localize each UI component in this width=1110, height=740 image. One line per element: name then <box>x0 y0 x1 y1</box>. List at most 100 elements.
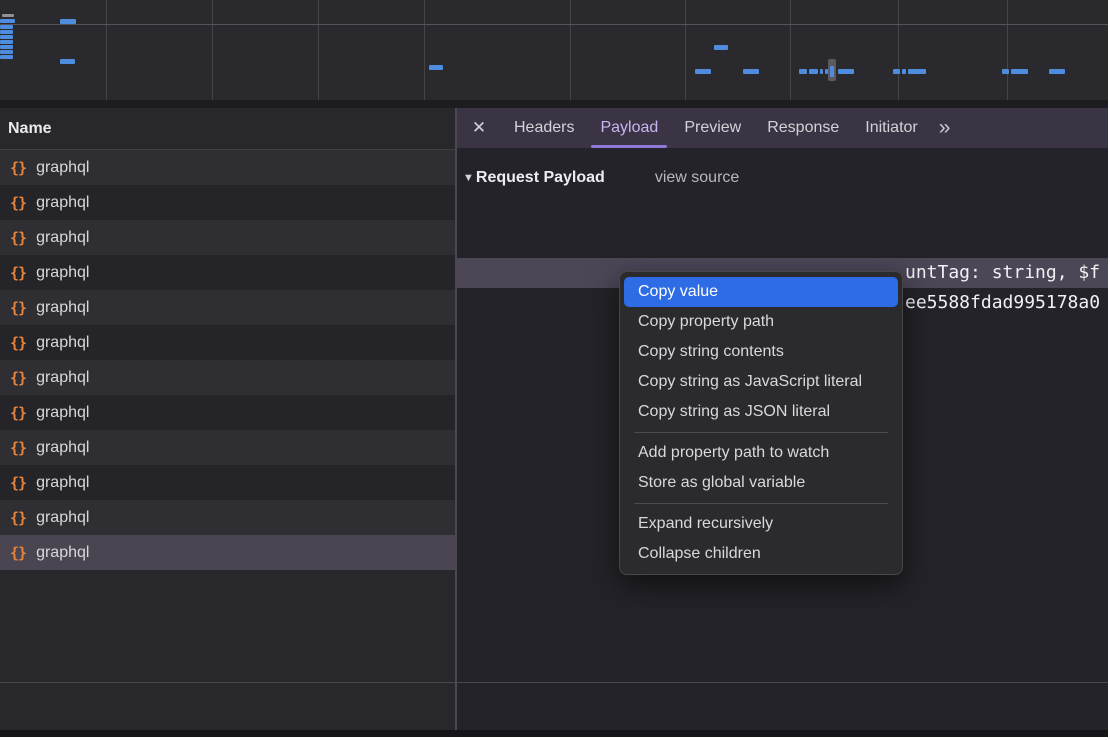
waterfall-bar <box>695 69 711 74</box>
request-payload-title: Request Payload <box>476 169 605 187</box>
network-request-row[interactable]: {} graphql <box>0 465 455 500</box>
view-source-button[interactable]: view source <box>655 169 739 187</box>
json-braces-icon: {} <box>10 159 26 177</box>
json-braces-icon: {} <box>10 404 26 422</box>
waterfall-bar <box>60 59 75 64</box>
waterfall-bar <box>1049 69 1065 74</box>
network-request-row[interactable]: {} graphql <box>0 150 455 185</box>
details-tab[interactable]: Payload <box>587 108 671 148</box>
menu-separator <box>634 503 888 504</box>
waterfall-bar <box>60 19 76 24</box>
payload-root-row[interactable]: ▼{operationName: "ipFlowTimeseries", var… <box>457 198 1108 228</box>
waterfall-bar <box>429 65 443 70</box>
overview-gridline <box>1007 0 1008 100</box>
waterfall-bar <box>0 45 13 49</box>
waterfall-bar <box>0 55 13 59</box>
request-name-label: graphql <box>36 229 89 247</box>
window-bottom-edge <box>0 730 1108 737</box>
network-request-row[interactable]: {} graphql <box>0 220 455 255</box>
waterfall-bar <box>902 69 906 74</box>
network-request-row[interactable]: {} graphql <box>0 185 455 220</box>
context-menu-item[interactable]: Add property path to watch <box>624 438 898 468</box>
close-details-button[interactable]: ✕ <box>457 118 501 138</box>
requests-list: {} graphql {} graphql {} graphql {} grap… <box>0 150 455 570</box>
overview-gridline <box>212 0 213 100</box>
overview-gridline <box>0 24 1108 25</box>
waterfall-bar <box>743 69 759 74</box>
waterfall-bar <box>893 69 900 74</box>
network-request-row[interactable]: {} graphql <box>0 535 455 570</box>
network-request-row[interactable]: {} graphql <box>0 430 455 465</box>
context-menu-item[interactable]: Copy property path <box>624 307 898 337</box>
waterfall-bar <box>0 50 13 54</box>
json-braces-icon: {} <box>10 509 26 527</box>
waterfall-bar <box>0 25 13 29</box>
devtools-window: Name {} graphql {} graphql {} graphql {}… <box>0 0 1110 740</box>
request-name-label: graphql <box>36 404 89 422</box>
request-name-label: graphql <box>36 439 89 457</box>
property-row-operation-name[interactable]: operationName: "ipFlowTimeseries" <box>457 228 1108 258</box>
request-name-label: graphql <box>36 334 89 352</box>
context-menu-item[interactable]: Expand recursively <box>624 509 898 539</box>
context-menu-item[interactable]: Copy string as JSON literal <box>624 397 898 427</box>
summary-bar-divider <box>0 682 1108 683</box>
json-braces-icon: {} <box>10 439 26 457</box>
overview-gridline <box>685 0 686 100</box>
overview-divider <box>0 100 1108 108</box>
requests-list-panel: Name {} graphql {} graphql {} graphql {}… <box>0 108 455 732</box>
more-tabs-button[interactable]: » <box>939 109 951 147</box>
waterfall-bar <box>2 14 14 17</box>
json-braces-icon: {} <box>10 229 26 247</box>
request-name-label: graphql <box>36 474 89 492</box>
waterfall-bar <box>820 69 823 74</box>
overview-gridline <box>790 0 791 100</box>
waterfall-bar <box>0 19 15 23</box>
context-menu-item[interactable]: Copy string contents <box>624 337 898 367</box>
context-menu: Copy valueCopy property pathCopy string … <box>619 271 903 575</box>
waterfall-bar <box>908 69 926 74</box>
json-braces-icon: {} <box>10 194 26 212</box>
variables-value-continuation: ee5588fdad995178a0 <box>905 288 1100 318</box>
json-braces-icon: {} <box>10 334 26 352</box>
request-name-label: graphql <box>36 369 89 387</box>
context-menu-item[interactable]: Store as global variable <box>624 468 898 498</box>
request-payload-header: ▼ Request Payload view source <box>463 164 1108 192</box>
request-name-label: graphql <box>36 264 89 282</box>
network-request-row[interactable]: {} graphql <box>0 325 455 360</box>
name-column-header[interactable]: Name <box>0 108 455 150</box>
waterfall-bar <box>1011 69 1028 74</box>
details-tabbar: ✕ HeadersPayloadPreviewResponseInitiator… <box>457 108 1108 148</box>
context-menu-item[interactable]: Collapse children <box>624 539 898 569</box>
waterfall-bar <box>0 40 13 44</box>
context-menu-item[interactable]: Copy value <box>624 277 898 307</box>
details-tab[interactable]: Response <box>754 108 852 148</box>
devtools-network-panel: Name {} graphql {} graphql {} graphql {}… <box>0 0 1108 737</box>
waterfall-bar <box>830 66 834 77</box>
section-collapse-triangle-icon[interactable]: ▼ <box>463 172 474 184</box>
network-overview[interactable] <box>0 0 1108 100</box>
waterfall-bar <box>714 45 728 50</box>
network-request-row[interactable]: {} graphql <box>0 290 455 325</box>
waterfall-bar <box>0 30 13 34</box>
network-request-row[interactable]: {} graphql <box>0 500 455 535</box>
network-request-row[interactable]: {} graphql <box>0 255 455 290</box>
request-name-label: graphql <box>36 194 89 212</box>
details-tab[interactable]: Headers <box>501 108 587 148</box>
details-tab[interactable]: Initiator <box>852 108 930 148</box>
context-menu-item[interactable]: Copy string as JavaScript literal <box>624 367 898 397</box>
request-name-label: graphql <box>36 159 89 177</box>
request-name-label: graphql <box>36 299 89 317</box>
overview-gridline <box>424 0 425 100</box>
network-request-row[interactable]: {} graphql <box>0 360 455 395</box>
query-value-continuation: untTag: string, $f <box>905 258 1100 288</box>
menu-separator <box>634 432 888 433</box>
waterfall-bar <box>1002 69 1009 74</box>
request-name-label: graphql <box>36 544 89 562</box>
overview-gridline <box>898 0 899 100</box>
network-request-row[interactable]: {} graphql <box>0 395 455 430</box>
json-braces-icon: {} <box>10 474 26 492</box>
overview-gridline <box>570 0 571 100</box>
waterfall-bar <box>0 35 13 39</box>
overview-gridline <box>318 0 319 100</box>
details-tab[interactable]: Preview <box>671 108 754 148</box>
